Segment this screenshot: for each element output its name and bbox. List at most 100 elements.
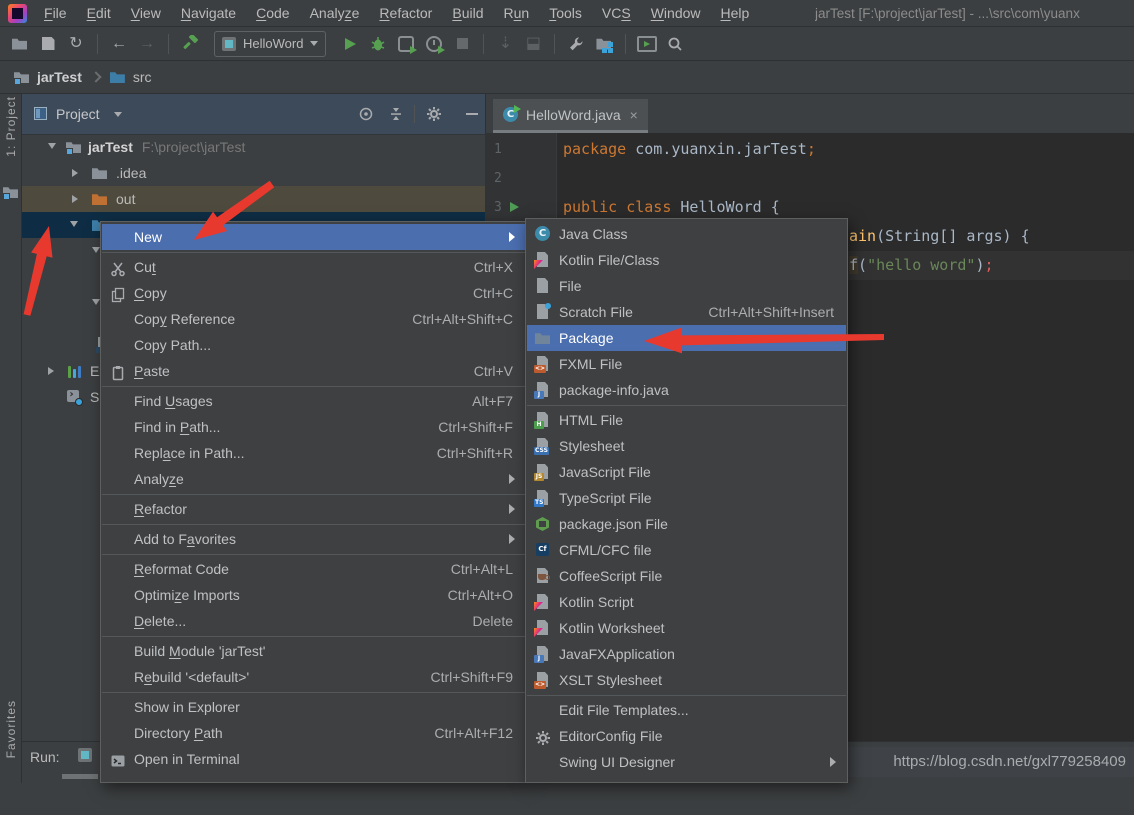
submenu-item-coffeescript-file[interactable]: CoffeeScript File	[527, 563, 846, 589]
run-with-coverage-icon[interactable]	[392, 30, 420, 58]
menu-item-open-in-terminal[interactable]: Open in Terminal	[102, 746, 525, 772]
submenu-item-package-info[interactable]: J package-info.java	[527, 377, 846, 403]
menu-item-paste[interactable]: PasteCtrl+V	[102, 358, 525, 384]
collapse-arrow-icon[interactable]	[48, 367, 54, 375]
submenu-item-scratch-file[interactable]: Scratch FileCtrl+Alt+Shift+Insert	[527, 299, 846, 325]
menu-item-copy[interactable]: CopyCtrl+C	[102, 280, 525, 306]
menu-window[interactable]: Window	[641, 0, 711, 27]
close-icon[interactable]: ×	[630, 107, 638, 123]
menu-item-copy-reference[interactable]: Copy ReferenceCtrl+Alt+Shift+C	[102, 306, 525, 332]
hide-panel-icon[interactable]	[466, 113, 478, 115]
submenu-item-xslt-stylesheet[interactable]: <> XSLT Stylesheet	[527, 667, 846, 693]
tree-item-out[interactable]: out	[22, 186, 485, 212]
profiler-icon[interactable]	[420, 30, 448, 58]
project-structure-icon[interactable]	[590, 30, 618, 58]
synchronize-icon[interactable]: ↻	[62, 30, 90, 58]
expand-arrow-icon[interactable]	[92, 299, 100, 305]
menu-item-directory-path[interactable]: Directory PathCtrl+Alt+F12	[102, 720, 525, 746]
debug-icon[interactable]	[364, 30, 392, 58]
menu-item-reformat-code[interactable]: Reformat CodeCtrl+Alt+L	[102, 556, 525, 582]
tree-item-jartest[interactable]: jarTestF:\project\jarTest	[22, 134, 485, 160]
editor-tab-helloword[interactable]: HelloWord.java ×	[493, 99, 648, 133]
menu-item-show-in-explorer[interactable]: Show in Explorer	[102, 694, 525, 720]
menu-item-refactor[interactable]: Refactor	[102, 496, 525, 522]
line-number: 3	[494, 193, 524, 222]
menu-item-rebuild-default[interactable]: Rebuild '<default>'Ctrl+Shift+F9	[102, 664, 525, 690]
run-icon[interactable]	[336, 30, 364, 58]
breadcrumb-jartest[interactable]: jarTest	[14, 69, 82, 85]
submenu-item-edit-file-templates[interactable]: Edit File Templates...	[527, 697, 846, 723]
submenu-item-kotlin-script[interactable]: Kotlin Script	[527, 589, 846, 615]
menu-separator	[527, 695, 846, 696]
menu-refactor[interactable]: Refactor	[369, 0, 442, 27]
submenu-item-editorconfig-file[interactable]: EditorConfig File	[527, 723, 846, 749]
collapse-arrow-icon[interactable]	[72, 169, 78, 177]
build-hammer-icon[interactable]	[176, 30, 204, 58]
expand-arrow-icon[interactable]	[92, 247, 100, 253]
submenu-item-cfml-file[interactable]: CFML/CFC file	[527, 537, 846, 563]
kotlin-script-icon	[535, 594, 551, 610]
submenu-item-file[interactable]: File	[527, 273, 846, 299]
chevron-down-icon	[310, 41, 318, 46]
menu-item-cut[interactable]: CutCtrl+X	[102, 254, 525, 280]
tool-window-button-project[interactable]: 1: Project	[4, 96, 18, 180]
submenu-item-typescript-file[interactable]: TS TypeScript File	[527, 485, 846, 511]
submenu-item-javascript-file[interactable]: JS JavaScript File	[527, 459, 846, 485]
breadcrumb-src[interactable]: src	[110, 69, 152, 85]
tool-window-button-favorites[interactable]: Favorites	[4, 700, 18, 815]
menu-analyze[interactable]: Analyze	[300, 0, 370, 27]
menu-help[interactable]: Help	[711, 0, 760, 27]
menu-tools[interactable]: Tools	[539, 0, 592, 27]
menu-item-replace-in-path[interactable]: Replace in Path...Ctrl+Shift+R	[102, 440, 525, 466]
submenu-item-fxml-file[interactable]: <> FXML File	[527, 351, 846, 377]
submenu-item-kotlin-file[interactable]: Kotlin File/Class	[527, 247, 846, 273]
back-icon[interactable]: ←	[105, 30, 133, 58]
main-toolbar: ↻ ← → HelloWord ⇣ ⬓	[0, 27, 1134, 61]
submenu-item-stylesheet[interactable]: CSS Stylesheet	[527, 433, 846, 459]
expand-arrow-icon[interactable]	[70, 221, 78, 227]
menu-item-optimize-imports[interactable]: Optimize ImportsCtrl+Alt+O	[102, 582, 525, 608]
menu-file[interactable]: File	[34, 0, 77, 27]
open-project-icon[interactable]	[6, 30, 34, 58]
menu-separator	[102, 524, 525, 525]
menu-build[interactable]: Build	[442, 0, 493, 27]
submenu-item-java-class[interactable]: Java Class	[527, 221, 846, 247]
menu-item-analyze[interactable]: Analyze	[102, 466, 525, 492]
project-panel-title[interactable]: Project	[56, 94, 100, 134]
project-stripe-icon[interactable]	[3, 184, 19, 200]
search-everywhere-icon[interactable]	[661, 30, 689, 58]
locate-file-icon[interactable]	[358, 106, 374, 127]
menu-item-new[interactable]: New	[102, 224, 525, 250]
submenu-item-html-file[interactable]: H HTML File	[527, 407, 846, 433]
menu-item-find-usages[interactable]: Find UsagesAlt+F7	[102, 388, 525, 414]
gear-icon[interactable]	[426, 106, 442, 127]
menu-run[interactable]: Run	[494, 0, 540, 27]
collapse-arrow-icon[interactable]	[72, 195, 78, 203]
tree-item-idea[interactable]: .idea	[22, 160, 485, 186]
save-all-icon[interactable]	[34, 30, 62, 58]
submenu-item-swing-ui-designer[interactable]: Swing UI Designer	[527, 749, 846, 775]
menu-navigate[interactable]: Navigate	[171, 0, 246, 27]
stop-icon[interactable]	[448, 30, 476, 58]
menu-edit[interactable]: Edit	[77, 0, 121, 27]
expand-arrow-icon[interactable]	[48, 143, 56, 149]
settings-wrench-icon[interactable]	[562, 30, 590, 58]
run-configuration-select[interactable]: HelloWord	[214, 31, 326, 57]
run-anything-icon[interactable]	[633, 30, 661, 58]
menu-code[interactable]: Code	[246, 0, 299, 27]
code-line-5-visible: f("hello word");	[849, 251, 994, 280]
menu-item-delete[interactable]: Delete...Delete	[102, 608, 525, 634]
menu-item-copy-path[interactable]: Copy Path...	[102, 332, 525, 358]
submenu-item-package-json[interactable]: package.json File	[527, 511, 846, 537]
menu-item-add-to-favorites[interactable]: Add to Favorites	[102, 526, 525, 552]
submenu-item-kotlin-worksheet[interactable]: Kotlin Worksheet	[527, 615, 846, 641]
menu-view[interactable]: View	[121, 0, 171, 27]
collapse-all-icon[interactable]	[388, 106, 404, 127]
submenu-item-javafx-application[interactable]: J JavaFXApplication	[527, 641, 846, 667]
forward-icon[interactable]: →	[133, 30, 161, 58]
menu-item-build-module[interactable]: Build Module 'jarTest'	[102, 638, 525, 664]
menu-item-find-in-path[interactable]: Find in Path...Ctrl+Shift+F	[102, 414, 525, 440]
menu-vcs[interactable]: VCS	[592, 0, 641, 27]
run-class-gutter-icon[interactable]	[510, 202, 519, 212]
submenu-item-package[interactable]: Package	[527, 325, 846, 351]
